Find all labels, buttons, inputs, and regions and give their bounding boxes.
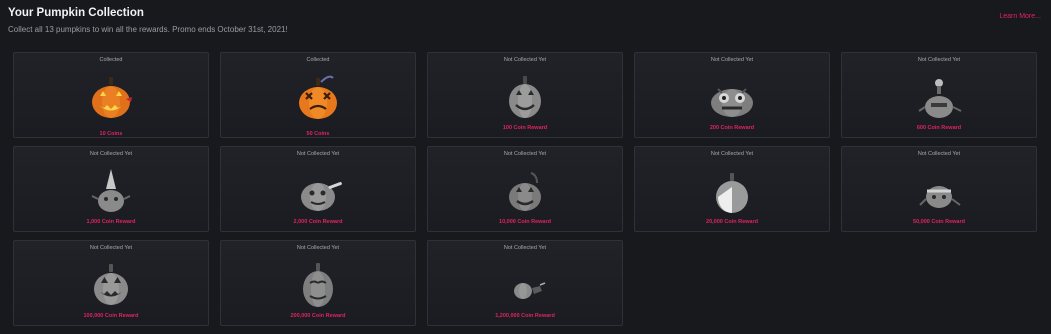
card-reward: 100,000 Coin Reward bbox=[83, 313, 139, 319]
pumpkin-card[interactable]: Not Collected Yet 1,200,000 Coin Reward bbox=[427, 240, 623, 326]
grey-pumpkin-icon bbox=[301, 182, 342, 211]
card-reward: 10,000 Coin Reward bbox=[499, 219, 551, 225]
page-title: Your Pumpkin Collection bbox=[8, 7, 144, 19]
card-reward: 20,000 Coin Reward bbox=[706, 219, 758, 225]
card-status: Not Collected Yet bbox=[917, 151, 961, 157]
pumpkin-card[interactable]: Not Collected Yet 100 Coin Reward bbox=[427, 52, 623, 138]
pumpkin-grid: Collected 10 Coins Collected 50 Coins No… bbox=[13, 52, 1037, 326]
jack-o-lantern-icon bbox=[92, 77, 132, 118]
grey-pumpkin-icon bbox=[716, 173, 748, 213]
card-reward: 10 Coins bbox=[99, 131, 123, 137]
pumpkin-card[interactable]: Not Collected Yet 200,000 Coin Reward bbox=[220, 240, 416, 326]
pumpkin-card[interactable]: Not Collected Yet 2,000 Coin Reward bbox=[220, 146, 416, 232]
card-reward: 100 Coin Reward bbox=[502, 125, 548, 131]
card-reward: 200,000 Coin Reward bbox=[290, 313, 346, 319]
pumpkin-card[interactable]: Collected 10 Coins bbox=[13, 52, 209, 138]
grey-pumpkin-icon bbox=[509, 172, 541, 211]
grey-pumpkin-icon bbox=[918, 79, 962, 118]
card-status: Not Collected Yet bbox=[296, 245, 340, 251]
card-status: Collected bbox=[306, 57, 330, 63]
card-reward: 600 Coin Reward bbox=[916, 125, 962, 131]
pumpkin-card[interactable]: Not Collected Yet 100,000 Coin Reward bbox=[13, 240, 209, 326]
pumpkin-card[interactable]: Not Collected Yet 50,000 Coin Reward bbox=[841, 146, 1037, 232]
grey-pumpkin-icon bbox=[514, 282, 546, 299]
card-status: Not Collected Yet bbox=[710, 151, 754, 157]
grey-pumpkin-icon bbox=[919, 186, 961, 208]
pumpkin-card[interactable]: Not Collected Yet 10,000 Coin Reward bbox=[427, 146, 623, 232]
jack-o-lantern-icon bbox=[299, 75, 337, 119]
grey-pumpkin-icon bbox=[94, 264, 128, 305]
card-status: Not Collected Yet bbox=[503, 57, 547, 63]
card-status: Not Collected Yet bbox=[89, 245, 133, 251]
grey-pumpkin-icon bbox=[91, 169, 131, 212]
card-status: Not Collected Yet bbox=[503, 151, 547, 157]
card-reward: 200 Coin Reward bbox=[709, 125, 755, 131]
card-status: Not Collected Yet bbox=[503, 245, 547, 251]
card-reward: 2,000 Coin Reward bbox=[293, 219, 343, 225]
page-subtitle: Collect all 13 pumpkins to win all the r… bbox=[8, 25, 288, 34]
card-status: Not Collected Yet bbox=[710, 57, 754, 63]
learn-more-link[interactable]: Learn More... bbox=[999, 13, 1041, 20]
card-reward: 1,000 Coin Reward bbox=[86, 219, 136, 225]
card-reward: 50,000 Coin Reward bbox=[913, 219, 965, 225]
card-status: Collected bbox=[99, 57, 123, 63]
pumpkin-card[interactable]: Not Collected Yet 20,000 Coin Reward bbox=[634, 146, 830, 232]
card-status: Not Collected Yet bbox=[296, 151, 340, 157]
grey-pumpkin-icon bbox=[303, 263, 333, 307]
card-reward: 50 Coins bbox=[306, 131, 330, 137]
grey-pumpkin-icon bbox=[509, 76, 541, 118]
pumpkin-card[interactable]: Not Collected Yet 1,000 Coin Reward bbox=[13, 146, 209, 232]
pumpkin-card[interactable]: Not Collected Yet 600 Coin Reward bbox=[841, 52, 1037, 138]
pumpkin-card[interactable]: Not Collected Yet 200 Coin Reward bbox=[634, 52, 830, 138]
grey-pumpkin-icon bbox=[711, 88, 753, 117]
card-status: Not Collected Yet bbox=[89, 151, 133, 157]
card-reward: 1,200,000 Coin Reward bbox=[495, 313, 555, 319]
card-status: Not Collected Yet bbox=[917, 57, 961, 63]
pumpkin-card[interactable]: Collected 50 Coins bbox=[220, 52, 416, 138]
